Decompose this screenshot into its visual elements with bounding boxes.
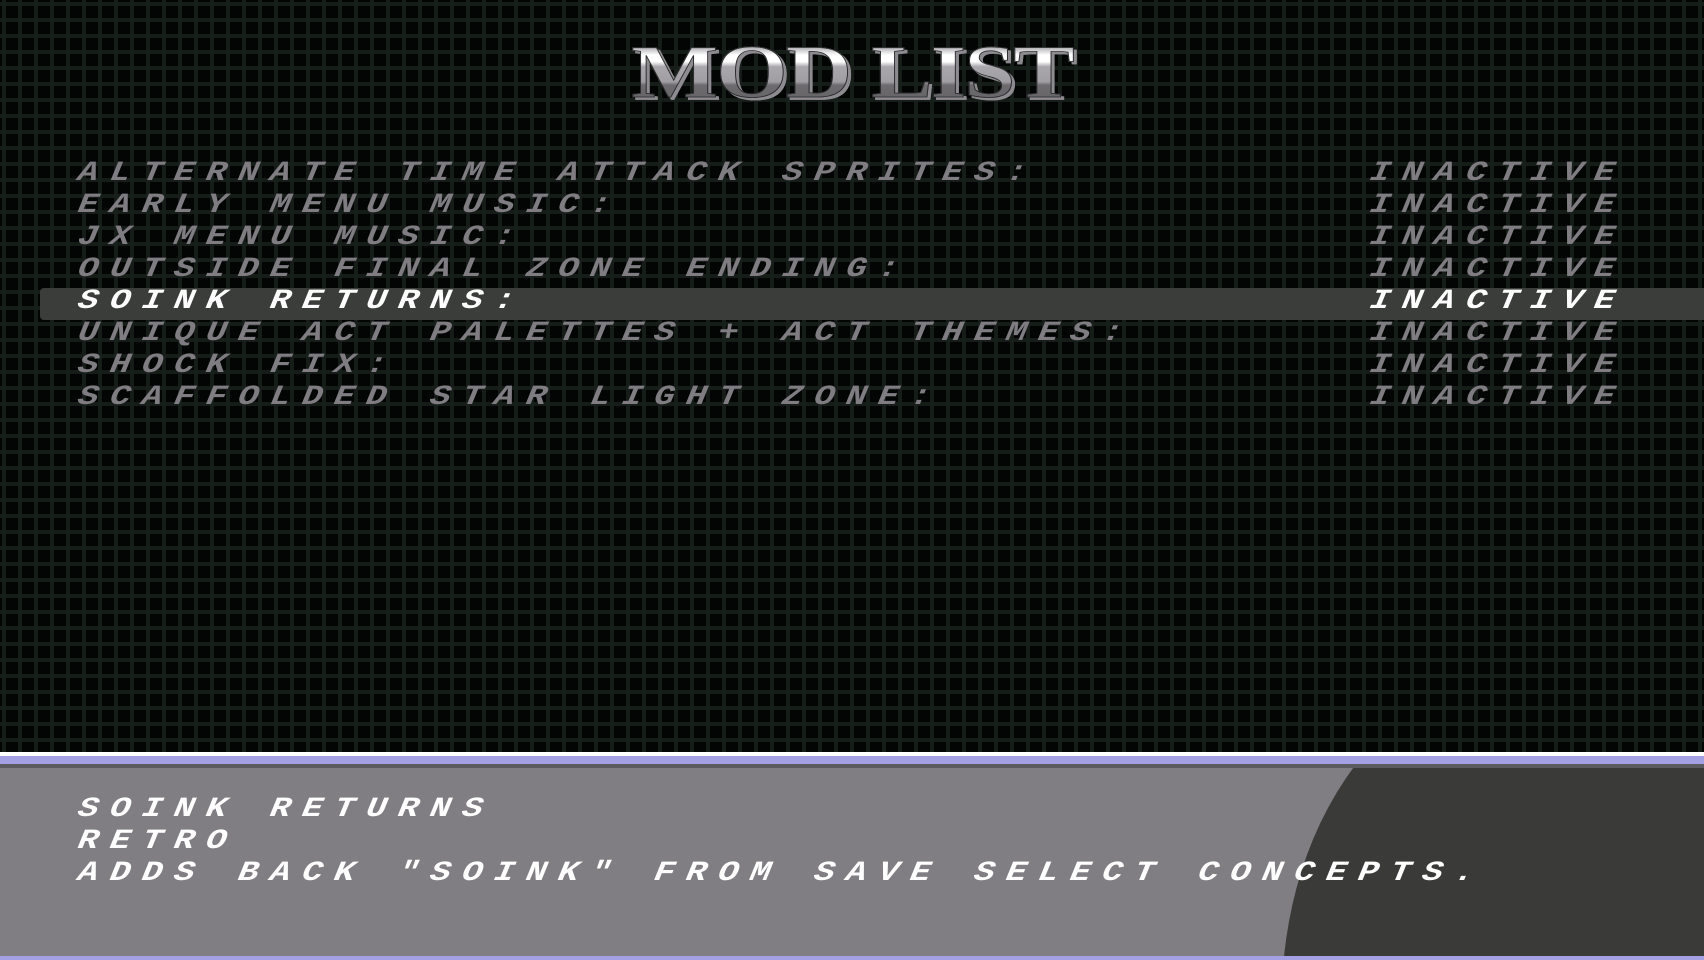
mod-status[interactable]: INACTIVE (1368, 158, 1629, 189)
mod-row[interactable]: EARLY MENU MUSIC: INACTIVE (0, 190, 1704, 224)
mod-status[interactable]: INACTIVE (1368, 286, 1629, 317)
mod-row[interactable]: JX MENU MUSIC: INACTIVE (0, 222, 1704, 256)
mod-name: EARLY MENU MUSIC: (75, 190, 625, 222)
mod-status[interactable]: INACTIVE (1368, 254, 1629, 285)
description-panel: SOINK RETURNS RETRO ADDS BACK "SOINK" FR… (0, 764, 1704, 956)
mod-name: OUTSIDE FINAL ZONE ENDING: (75, 254, 913, 286)
mod-name: SCAFFOLDED STAR LIGHT ZONE: (75, 382, 945, 414)
mod-row[interactable]: UNIQUE ACT PALETTES + ACT THEMES: INACTI… (0, 318, 1704, 352)
mod-row[interactable]: SHOCK FIX: INACTIVE (0, 350, 1704, 384)
mod-status[interactable]: INACTIVE (1368, 222, 1629, 253)
mod-name: UNIQUE ACT PALETTES + ACT THEMES: (75, 318, 1137, 350)
mod-name: SHOCK FIX: (75, 350, 401, 382)
page-title: MOD LIST (0, 34, 1704, 110)
mod-row[interactable]: SCAFFOLDED STAR LIGHT ZONE: INACTIVE (0, 382, 1704, 416)
mod-name: SOINK RETURNS: (75, 286, 529, 318)
mod-status[interactable]: INACTIVE (1368, 382, 1629, 413)
detail-mod-category: RETRO (75, 826, 241, 858)
mod-row[interactable]: ALTERNATE TIME ATTACK SPRITES: INACTIVE (0, 158, 1704, 192)
mod-status[interactable]: INACTIVE (1368, 350, 1629, 381)
panel-shadow-strip (0, 764, 1704, 768)
title-text: MOD LIST (631, 29, 1076, 114)
mod-row[interactable]: OUTSIDE FINAL ZONE ENDING: INACTIVE (0, 254, 1704, 288)
mod-status[interactable]: INACTIVE (1368, 318, 1629, 349)
detail-mod-description: ADDS BACK "SOINK" FROM SAVE SELECT CONCE… (75, 858, 1489, 890)
panel-border-bottom (0, 956, 1704, 960)
detail-mod-name: SOINK RETURNS (75, 794, 497, 826)
mod-name: ALTERNATE TIME ATTACK SPRITES: (75, 158, 1041, 190)
mod-name: JX MENU MUSIC: (75, 222, 529, 254)
mod-status[interactable]: INACTIVE (1368, 190, 1629, 221)
mod-row[interactable]: SOINK RETURNS: INACTIVE (0, 286, 1704, 320)
panel-border-accent (0, 756, 1704, 764)
